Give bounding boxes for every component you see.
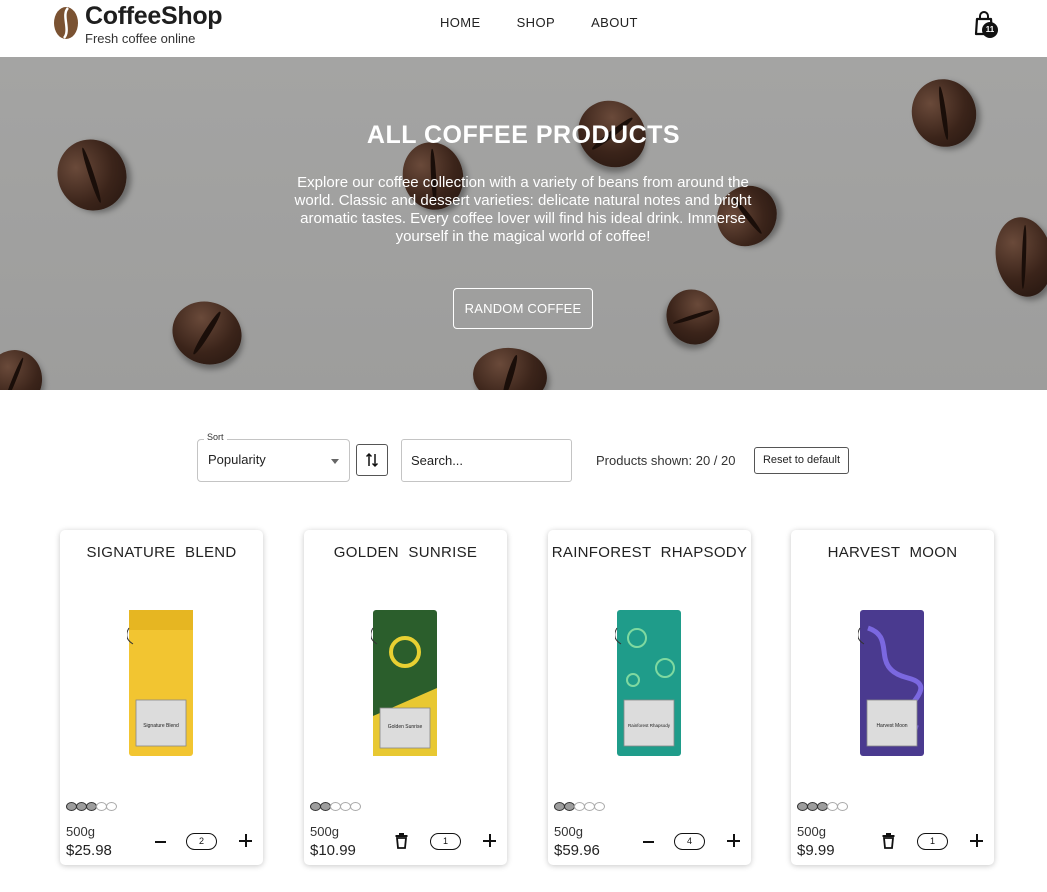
quantity-value: 4 <box>674 833 705 850</box>
product-name: GOLDEN SUNRISE <box>333 544 478 561</box>
product-price: $10.99 <box>310 842 356 859</box>
brand-logo[interactable]: CoffeeShop Fresh coffee online <box>53 2 223 46</box>
coffee-bean-logo <box>54 7 78 39</box>
product-weight: 500g <box>554 824 583 839</box>
sort-label: Sort <box>204 432 227 442</box>
sort-order-button[interactable] <box>356 444 388 476</box>
product-card[interactable]: GOLDEN SUNRISE Golden Sunrise 500g $10.9… <box>304 530 507 865</box>
increase-quantity-button[interactable] <box>239 834 253 848</box>
random-coffee-button[interactable]: RANDOM COFFEE <box>453 288 593 329</box>
product-card[interactable]: RAINFOREST RHAPSODY Rainforest Rhapsody … <box>548 530 751 865</box>
coffee-bag-image: Golden Sunrise <box>371 610 437 756</box>
strength-rating <box>797 802 848 811</box>
product-name: RAINFOREST RHAPSODY <box>551 544 748 561</box>
search-input[interactable] <box>401 439 572 482</box>
product-price: $9.99 <box>797 842 835 859</box>
product-weight: 500g <box>310 824 339 839</box>
product-name: SIGNATURE BLEND <box>86 544 237 561</box>
hero-banner: ALL COFFEE PRODUCTS Explore our coffee c… <box>0 57 1047 390</box>
product-price: $59.96 <box>554 842 600 859</box>
quantity-value: 2 <box>186 833 217 850</box>
trash-icon[interactable] <box>395 833 408 849</box>
coffee-bean-image <box>656 279 730 355</box>
product-card[interactable]: SIGNATURE BLEND Signature Blend 500g $25… <box>60 530 263 865</box>
site-header: CoffeeShop Fresh coffee online HOME SHOP… <box>0 0 1047 57</box>
coffee-bean-image <box>470 344 550 390</box>
coffee-bean-image <box>163 291 251 375</box>
nav-shop[interactable]: SHOP <box>517 15 555 30</box>
main-nav: HOME SHOP ABOUT <box>440 15 638 30</box>
product-weight: 500g <box>797 824 826 839</box>
strength-rating <box>554 802 605 811</box>
sort-select[interactable]: Popularity <box>197 439 350 482</box>
trash-icon[interactable] <box>882 833 895 849</box>
strength-rating <box>310 802 361 811</box>
svg-text:Harvest Moon: Harvest Moon <box>876 723 907 729</box>
chevron-down-icon <box>331 459 339 464</box>
coffee-bag-image: Harvest Moon <box>858 610 924 756</box>
product-price: $25.98 <box>66 842 112 859</box>
decrease-quantity-button[interactable] <box>153 835 167 849</box>
svg-text:Golden Sunrise: Golden Sunrise <box>388 724 423 730</box>
products-shown-count: Products shown: 20 / 20 <box>596 453 736 468</box>
reset-button[interactable]: Reset to default <box>754 447 849 474</box>
strength-rating <box>66 802 117 811</box>
coffee-bag-image: Rainforest Rhapsody <box>615 610 681 756</box>
hero-title: ALL COFFEE PRODUCTS <box>366 121 681 149</box>
increase-quantity-button[interactable] <box>970 834 984 848</box>
nav-home[interactable]: HOME <box>440 15 481 30</box>
product-weight: 500g <box>66 824 95 839</box>
product-card[interactable]: HARVEST MOON Harvest Moon 500g $9.99 1 <box>791 530 994 865</box>
nav-about[interactable]: ABOUT <box>591 15 638 30</box>
product-name: HARVEST MOON <box>827 544 958 561</box>
sort-value: Popularity <box>208 452 266 467</box>
svg-text:Rainforest Rhapsody: Rainforest Rhapsody <box>628 723 671 728</box>
coffee-bean-image <box>989 212 1047 302</box>
increase-quantity-button[interactable] <box>483 834 497 848</box>
coffee-bag-image: Signature Blend <box>127 610 193 756</box>
brand-tagline: Fresh coffee online <box>85 31 196 46</box>
sort-direction-icon <box>365 452 379 468</box>
coffee-bean-image <box>0 345 47 390</box>
hero-description: Explore our coffee collection with a var… <box>294 174 752 245</box>
quantity-value: 1 <box>917 833 948 850</box>
cart-count-badge: 11 <box>982 22 998 38</box>
quantity-value: 1 <box>430 833 461 850</box>
svg-text:Signature Blend: Signature Blend <box>143 723 179 729</box>
decrease-quantity-button[interactable] <box>641 835 655 849</box>
increase-quantity-button[interactable] <box>727 834 741 848</box>
brand-name: CoffeeShop <box>85 2 223 30</box>
